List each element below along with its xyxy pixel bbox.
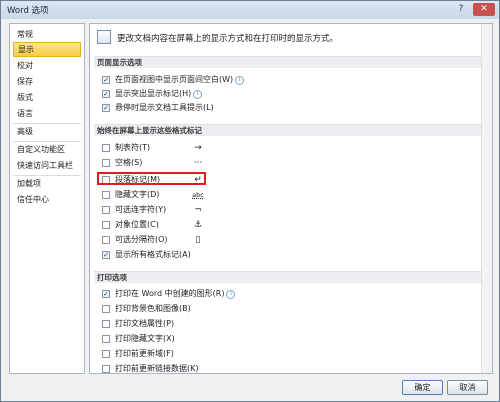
sidebar-item-save[interactable]: 保存 [13,74,81,89]
option-label: 对象位置(C) [115,220,159,229]
checkbox[interactable] [102,350,110,358]
option-label: 在页面视图中显示页面间空白(W) [115,75,234,84]
option-label: 隐藏文字(D) [115,190,160,199]
hidden-text-icon: abc [192,191,204,199]
option-label: 可选连字符(Y) [115,205,167,214]
option-label: 打印背景色和图像(B) [115,304,191,313]
option-label: 显示突出显示标记(H) [115,89,192,98]
checkbox[interactable] [102,159,110,167]
section-header-page-display: 页面显示选项 [94,56,481,68]
title-bar: Word 选项 ? ✕ [1,1,499,19]
info-icon: i [193,90,203,99]
section-header-formatting-marks: 始终在屏幕上显示这些格式标记 [94,124,481,136]
optional-break-icon: ▯ [195,235,201,245]
checkbox[interactable]: ✓ [102,104,110,112]
checkbox[interactable] [102,320,110,328]
option-label: 打印文档属性(P) [115,319,175,328]
option-label: 悬停时显示文档工具提示(L) [115,103,214,112]
sidebar-item-advanced[interactable]: 高级 [13,124,81,139]
display-page-icon [97,30,111,44]
option-label: 制表符(T) [115,143,151,152]
red-highlight-box [97,172,206,185]
sidebar-item-general[interactable]: 常规 [13,27,81,42]
checkbox[interactable]: ✓ [102,290,110,298]
sidebar-item-customize-ribbon[interactable]: 自定义功能区 [13,142,81,157]
info-icon: i [226,290,236,299]
display-options-panel: 更改文档内容在屏幕上的显示方式和在打印时的显示方式。 页面显示选项 ✓ 在页面视… [89,23,493,374]
checkbox[interactable] [102,236,110,244]
ok-button[interactable]: 确定 [402,380,443,395]
anchor-icon: ⚓ [193,220,203,230]
sidebar-item-quick-access-toolbar[interactable]: 快速访问工具栏 [13,158,81,173]
sidebar-item-proofing[interactable]: 校对 [13,58,81,73]
checkbox[interactable] [102,191,110,199]
section-header-print: 打印选项 [94,271,481,283]
checkbox[interactable] [102,365,110,373]
window-title: Word 选项 [7,6,49,16]
cancel-button[interactable]: 取消 [447,380,488,395]
checkbox[interactable] [102,221,110,229]
option-label: 打印隐藏文字(X) [115,334,175,343]
word-options-dialog: Word 选项 ? ✕ 常规 显示 校对 保存 版式 语言 高级 自定义功能区 … [0,0,500,402]
checkbox[interactable] [102,305,110,313]
sidebar-item-trust-center[interactable]: 信任中心 [13,192,81,207]
option-label: 打印在 Word 中创建的图形(R) [115,289,225,298]
sidebar-item-add-ins[interactable]: 加载项 [13,176,81,191]
category-sidebar: 常规 显示 校对 保存 版式 语言 高级 自定义功能区 快速访问工具栏 加载项 … [9,23,85,374]
optional-hyphen-icon: ¬ [194,205,202,215]
sidebar-item-language[interactable]: 语言 [13,106,81,121]
checkbox[interactable] [102,206,110,214]
info-icon: i [235,76,245,85]
checkbox[interactable]: ✓ [102,76,110,84]
option-label: 可选分隔符(O) [115,235,168,244]
sidebar-item-display[interactable]: 显示 [13,42,81,57]
checkbox[interactable]: ✓ [102,90,110,98]
checkbox[interactable]: ✓ [102,251,110,259]
space-dots-icon: ··· [193,158,203,168]
checkbox[interactable] [102,335,110,343]
option-label: 打印前更新链接数据(K) [115,364,199,373]
panel-description: 更改文档内容在屏幕上的显示方式和在打印时的显示方式。 [117,34,339,44]
tab-arrow-icon: → [194,143,202,153]
option-label: 空格(S) [115,158,143,167]
vertical-scrollbar[interactable] [481,24,492,373]
option-label: 显示所有格式标记(A) [115,250,191,259]
close-button[interactable]: ✕ [473,3,495,16]
option-label: 打印前更新域(F) [115,349,174,358]
sidebar-item-layout[interactable]: 版式 [13,90,81,105]
checkbox[interactable] [102,144,110,152]
help-button[interactable]: ? [452,3,470,16]
